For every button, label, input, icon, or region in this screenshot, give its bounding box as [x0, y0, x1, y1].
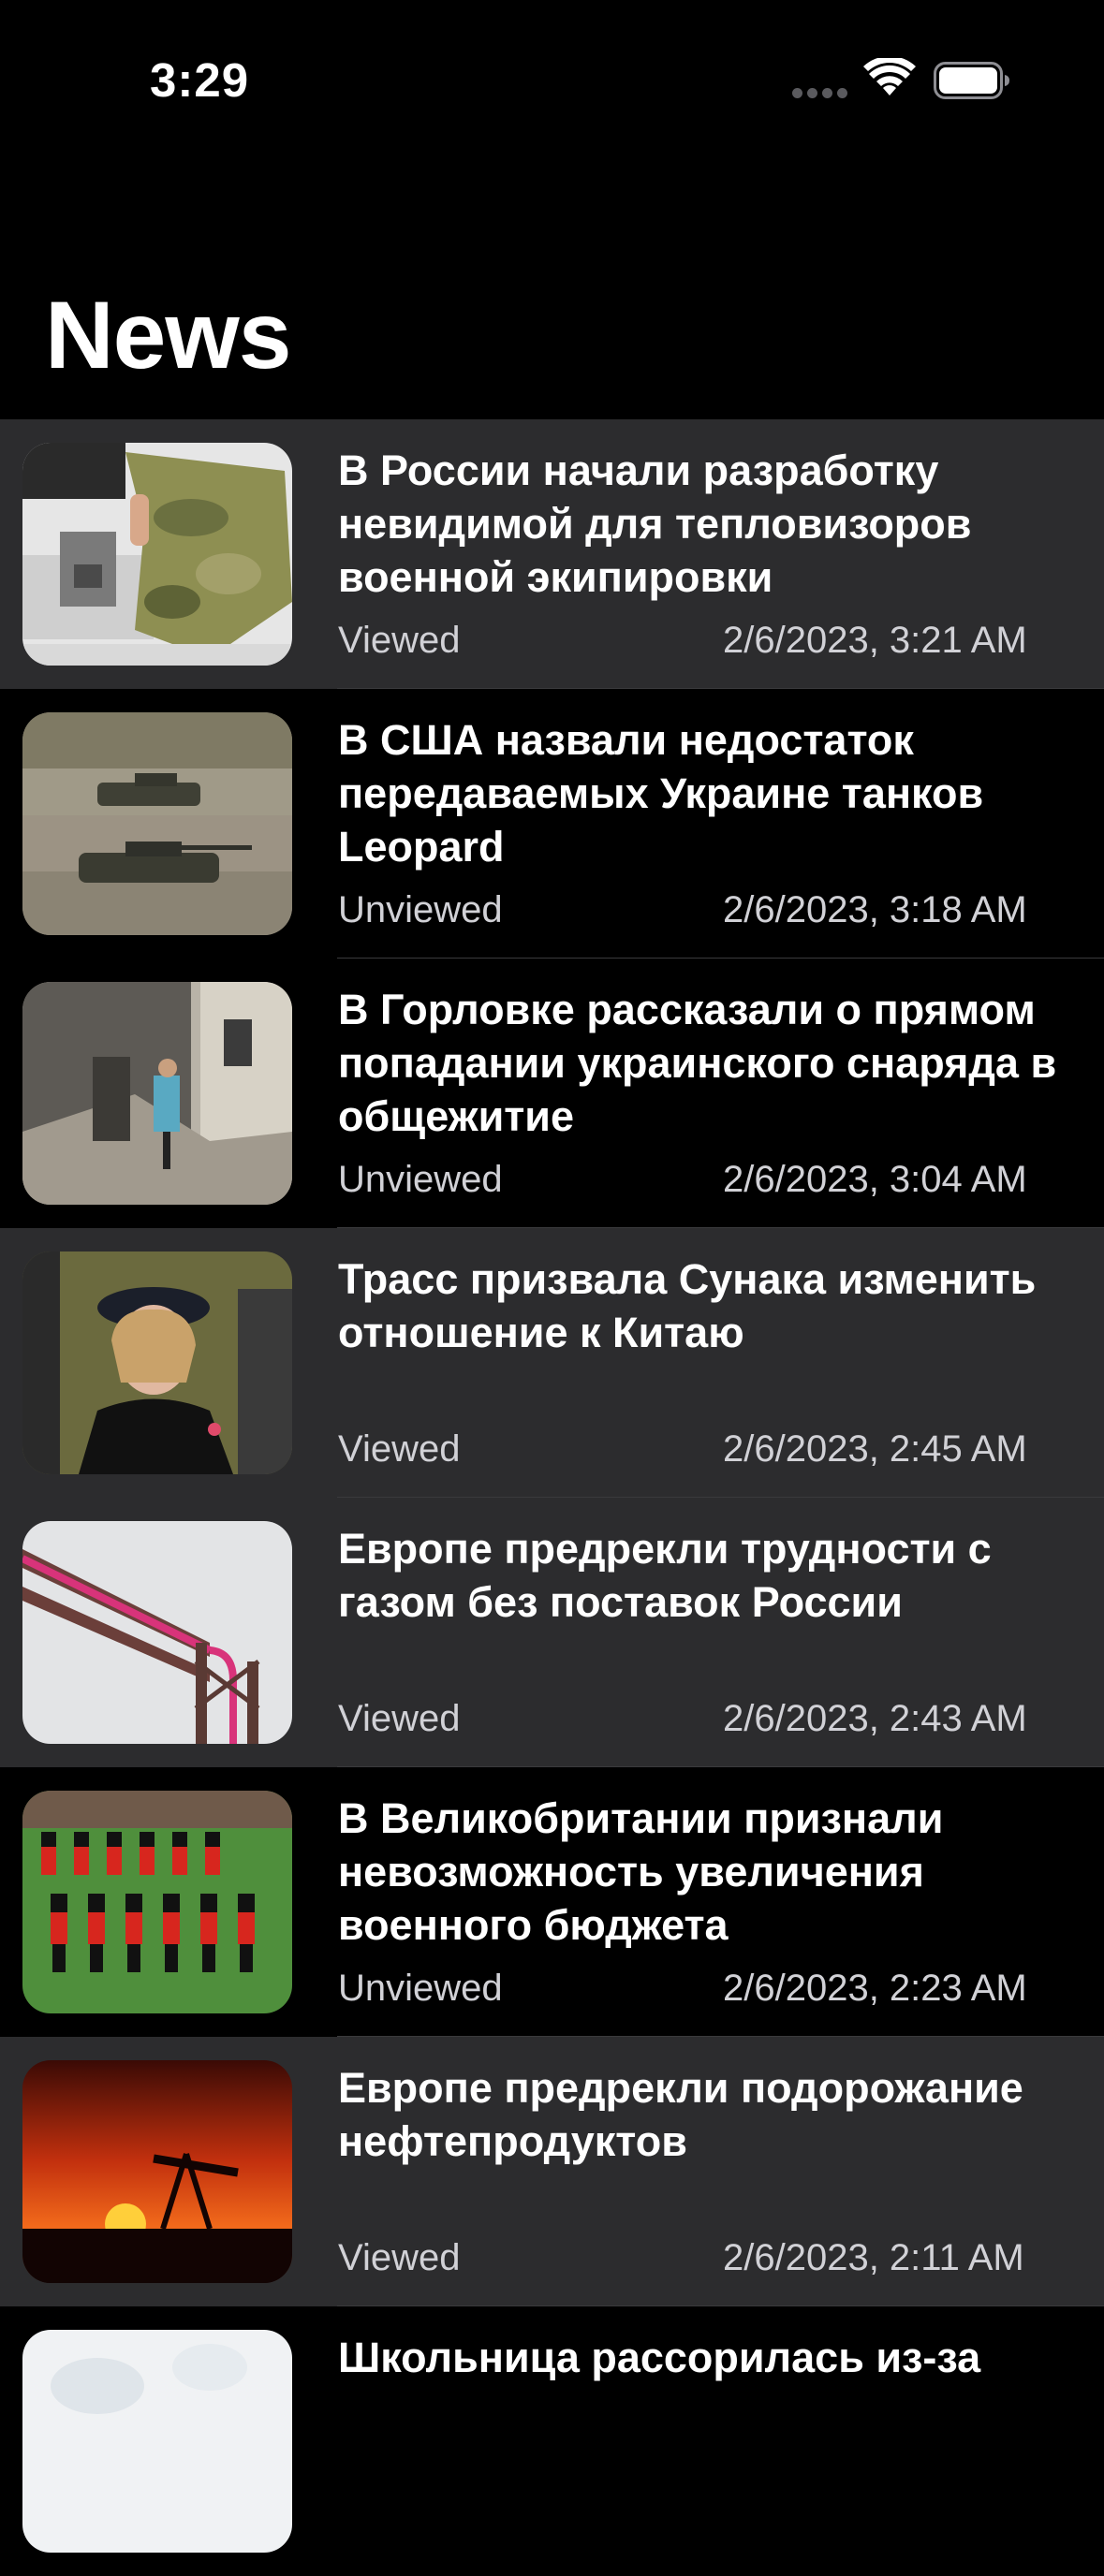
viewed-status: Unviewed	[338, 1159, 503, 1200]
viewed-status: Unviewed	[338, 1968, 503, 2009]
news-row[interactable]: Европе предрекли трудности с газом без п…	[0, 1498, 1104, 1767]
news-date: 2/6/2023, 2:23 AM	[723, 1968, 1027, 2009]
news-row[interactable]: Школьница рассорилась из-за	[0, 2306, 1104, 2576]
viewed-status: Viewed	[338, 1698, 461, 1739]
news-date: 2/6/2023, 3:04 AM	[723, 1159, 1027, 1200]
news-thumbnail	[22, 2330, 292, 2553]
news-date: 2/6/2023, 3:18 AM	[723, 889, 1027, 930]
news-date: 2/6/2023, 2:43 AM	[723, 1698, 1027, 1739]
news-date: 2/6/2023, 2:45 AM	[723, 1428, 1027, 1470]
news-list[interactable]: В России начали разработку невидимой для…	[0, 419, 1104, 2576]
news-thumbnail	[22, 1791, 292, 2013]
news-row[interactable]: В Великобритании признали невозможность …	[0, 1767, 1104, 2037]
news-title: В России начали разработку невидимой для…	[338, 446, 972, 601]
news-title: В Горловке рассказали о прямом попадании…	[338, 986, 1057, 1140]
news-row[interactable]: Европе предрекли подорожание нефтепродук…	[0, 2037, 1104, 2306]
news-thumbnail	[22, 1251, 292, 1474]
viewed-status: Viewed	[338, 620, 461, 661]
viewed-status: Viewed	[338, 2237, 461, 2278]
news-title: Трасс призвала Сунака изменить отношение…	[338, 1255, 1037, 1356]
news-date: 2/6/2023, 3:21 AM	[723, 620, 1027, 661]
news-thumbnail	[22, 443, 292, 666]
battery-icon	[934, 62, 1010, 99]
news-thumbnail	[22, 712, 292, 935]
viewed-status: Viewed	[338, 1428, 461, 1470]
news-date: 2/6/2023, 2:11 AM	[723, 2237, 1024, 2278]
viewed-status: Unviewed	[338, 889, 503, 930]
news-row[interactable]: Трасс призвала Сунака изменить отношение…	[0, 1228, 1104, 1498]
wifi-icon	[863, 55, 916, 99]
page-title: News	[45, 282, 291, 388]
news-title: Европе предрекли трудности с газом без п…	[338, 1525, 992, 1626]
news-title: Школьница рассорилась из-за	[338, 2334, 981, 2381]
news-thumbnail	[22, 982, 292, 1205]
news-title: В Великобритании признали невозможность …	[338, 1794, 944, 1949]
news-row[interactable]: В Горловке рассказали о прямом попадании…	[0, 959, 1104, 1228]
status-time: 3:29	[150, 53, 250, 107]
news-title: В США назвали недостаток передаваемых Ук…	[338, 716, 984, 871]
news-row[interactable]: В России начали разработку невидимой для…	[0, 419, 1104, 689]
news-row[interactable]: В США назвали недостаток передаваемых Ук…	[0, 689, 1104, 959]
news-thumbnail	[22, 2060, 292, 2283]
news-title: Европе предрекли подорожание нефтепродук…	[338, 2064, 1023, 2165]
signal-dots-icon	[792, 88, 848, 99]
news-thumbnail	[22, 1521, 292, 1744]
status-bar: 3:29	[0, 0, 1104, 168]
